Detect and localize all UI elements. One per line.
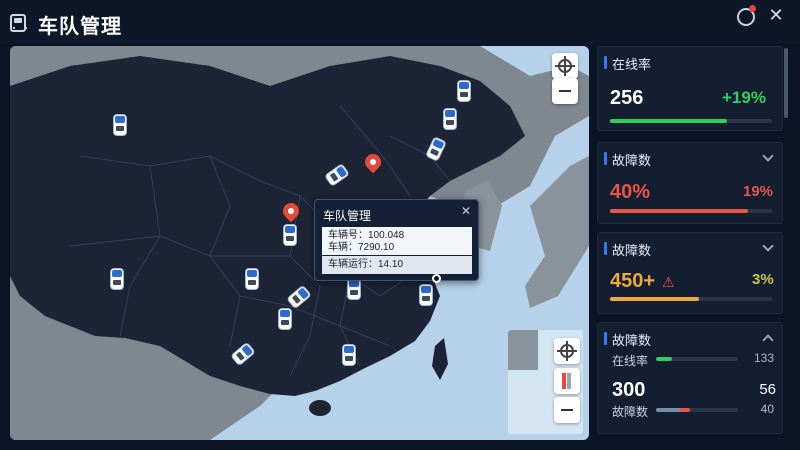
card-header[interactable]: 故障数 (598, 233, 784, 263)
vehicle-marker[interactable] (281, 224, 299, 246)
popup-close-icon[interactable]: ✕ (461, 204, 471, 218)
card-delta: 19% (743, 183, 774, 200)
scrollbar[interactable] (784, 48, 788, 118)
alert-icon: ⚠ (662, 274, 675, 290)
card-value: 40% (610, 181, 651, 203)
stat-card-fault-2: 故障数 450+ ⚠ 3% (597, 232, 783, 314)
compass-button[interactable] (554, 368, 580, 394)
row-value: 133 (753, 351, 774, 365)
stat-card-fault: 故障数 40% 19% (597, 142, 783, 224)
row-label: 在线率 (612, 354, 649, 368)
accent-bar (604, 152, 607, 165)
progress-bar (610, 297, 772, 301)
vehicle-marker[interactable] (111, 114, 129, 136)
popup-row: 车辆运行：14.10 (322, 256, 472, 274)
mini-bar (656, 408, 738, 412)
map-view[interactable] (10, 46, 589, 440)
card-title: 故障数 (612, 153, 652, 168)
map-canvas (10, 46, 589, 440)
progress-fill (610, 119, 727, 123)
progress-bar (610, 209, 772, 213)
vehicle-popup: 车队管理 ✕ 车辆号：100.048 车辆：7290.10 车辆运行：14.10 (314, 199, 479, 281)
card-delta: +19% (722, 88, 766, 107)
popup-anchor-dot (432, 274, 441, 283)
stat-card-online: 在线率 256 +19% (597, 46, 783, 131)
location-pin-icon[interactable] (279, 199, 303, 225)
chevron-up-icon[interactable] (762, 334, 774, 346)
stat-card-fault-3: 故障数 在线率 133 300 56 故障数 40 (597, 322, 783, 434)
vehicle-marker[interactable] (340, 344, 358, 366)
progress-bar (610, 119, 772, 123)
locate-button-2[interactable] (554, 338, 580, 364)
vehicle-marker[interactable] (243, 268, 261, 290)
row-label: 故障数 (612, 405, 649, 419)
card-title: 故障数 (612, 243, 652, 258)
zoom-out-button-2[interactable] (554, 397, 580, 423)
chevron-down-icon[interactable] (762, 150, 774, 162)
row-value: 40 (760, 402, 774, 416)
popup-title: 车队管理 (323, 209, 372, 223)
vehicle-marker[interactable] (345, 278, 363, 300)
vehicle-marker[interactable] (108, 268, 126, 290)
vehicle-marker[interactable] (276, 308, 294, 330)
location-pin-icon[interactable] (361, 150, 385, 176)
card-header[interactable]: 故障数 (598, 143, 784, 173)
app-title: 车队管理 (38, 16, 122, 38)
zoom-out-button[interactable] (552, 78, 578, 104)
card-delta: 3% (752, 271, 774, 288)
notification-badge (749, 5, 756, 12)
minus-icon (561, 409, 573, 411)
vehicle-marker[interactable] (417, 284, 435, 306)
title-bar: 车队管理 ✕ (0, 0, 800, 44)
locate-button[interactable] (552, 53, 578, 79)
accent-bar (604, 242, 607, 255)
mini-bar (656, 357, 738, 361)
minus-icon (559, 90, 571, 92)
card-header: 在线率 (598, 47, 784, 77)
chevron-down-icon[interactable] (762, 240, 774, 252)
card-value-right: 56 (759, 381, 776, 398)
progress-fill (610, 297, 700, 301)
accent-bar (604, 332, 607, 345)
card-title: 故障数 (612, 333, 652, 348)
compass-icon (562, 373, 566, 389)
bus-icon (10, 14, 27, 32)
card-header[interactable]: 故障数 (598, 323, 784, 353)
popup-row: 车辆：7290.10 (322, 241, 472, 255)
card-title: 在线率 (612, 57, 652, 72)
accent-bar (604, 56, 607, 69)
vehicle-marker[interactable] (441, 108, 459, 130)
close-icon[interactable]: ✕ (766, 4, 786, 26)
vehicle-marker[interactable] (455, 80, 473, 102)
progress-fill (610, 209, 748, 213)
card-value: 256 (610, 87, 644, 109)
card-value: 450+ (610, 270, 656, 292)
card-value: 300 (612, 379, 646, 401)
